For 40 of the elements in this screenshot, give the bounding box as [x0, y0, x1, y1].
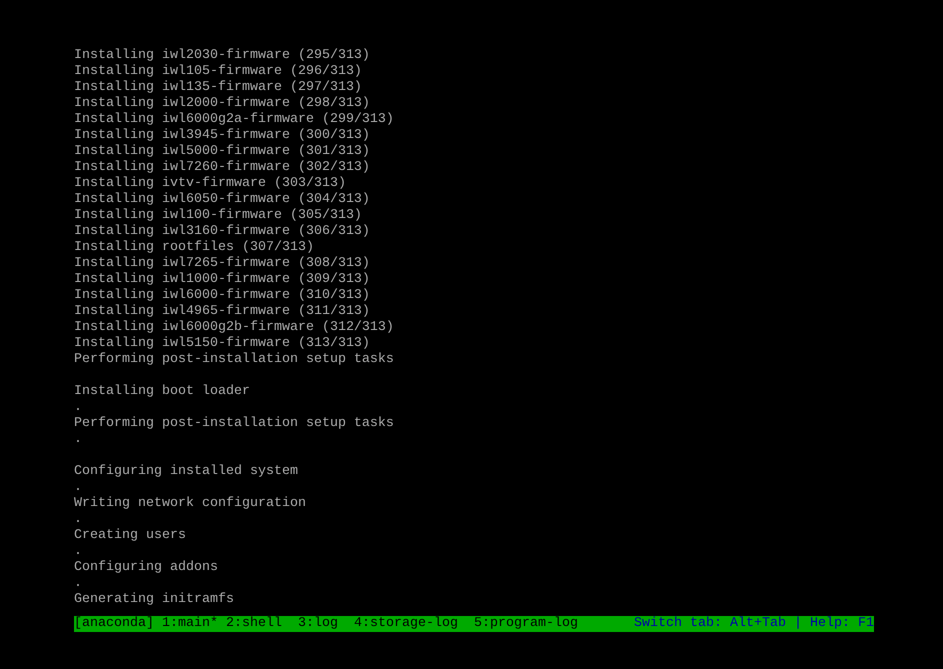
console-line: Installing iwl135-firmware (297/313)	[74, 80, 362, 96]
console-line: Configuring addons	[74, 560, 218, 576]
console-line: .	[74, 432, 82, 448]
console-line: Generating initramfs	[74, 592, 234, 608]
console-line: .	[74, 544, 82, 560]
console-line: .	[74, 512, 82, 528]
console-line: Installing iwl5000-firmware (301/313)	[74, 144, 370, 160]
console-line: .	[74, 400, 82, 416]
console-line: Installing rootfiles (307/313)	[74, 240, 314, 256]
console-line: Performing post-installation setup tasks	[74, 352, 394, 368]
console-line: Creating users	[74, 528, 186, 544]
console-line: Installing iwl3945-firmware (300/313)	[74, 128, 370, 144]
console-line: Installing iwl105-firmware (296/313)	[74, 64, 362, 80]
console-line: Installing iwl7265-firmware (308/313)	[74, 256, 370, 272]
console-line: Installing iwl2030-firmware (295/313)	[74, 48, 370, 64]
console-tab[interactable]: 3:log	[298, 616, 338, 632]
console-line: Configuring installed system	[74, 464, 298, 480]
hint-text: Switch tab: Alt+Tab | Help: F1	[634, 616, 874, 632]
console-line: Installing iwl3160-firmware (306/313)	[74, 224, 370, 240]
console-line: Installing iwl6000g2b-firmware (312/313)	[74, 320, 394, 336]
console-line: .	[74, 480, 82, 496]
console-line: Installing iwl5150-firmware (313/313)	[74, 336, 370, 352]
app-label: [anaconda]	[74, 616, 154, 632]
console-line: Installing ivtv-firmware (303/313)	[74, 176, 346, 192]
console-line: Installing iwl4965-firmware (311/313)	[74, 304, 370, 320]
console-tab[interactable]: 5:program-log	[474, 616, 578, 632]
console-line: Installing iwl7260-firmware (302/313)	[74, 160, 370, 176]
console-line: Writing network configuration	[74, 496, 306, 512]
console-tab[interactable]: 1:main*	[162, 616, 218, 632]
console-line: Performing post-installation setup tasks	[74, 416, 394, 432]
console-line: Installing iwl6000-firmware (310/313)	[74, 288, 370, 304]
console-line: Installing iwl6000g2a-firmware (299/313)	[74, 112, 394, 128]
console-line: Installing iwl100-firmware (305/313)	[74, 208, 362, 224]
console-line: Installing iwl1000-firmware (309/313)	[74, 272, 370, 288]
console-line: .	[74, 576, 82, 592]
console-line: Installing iwl6050-firmware (304/313)	[74, 192, 370, 208]
console-line: Installing boot loader	[74, 384, 250, 400]
console-tab[interactable]: 4:storage-log	[354, 616, 458, 632]
console-line: Installing iwl2000-firmware (298/313)	[74, 96, 370, 112]
console-tab[interactable]: 2:shell	[226, 616, 282, 632]
